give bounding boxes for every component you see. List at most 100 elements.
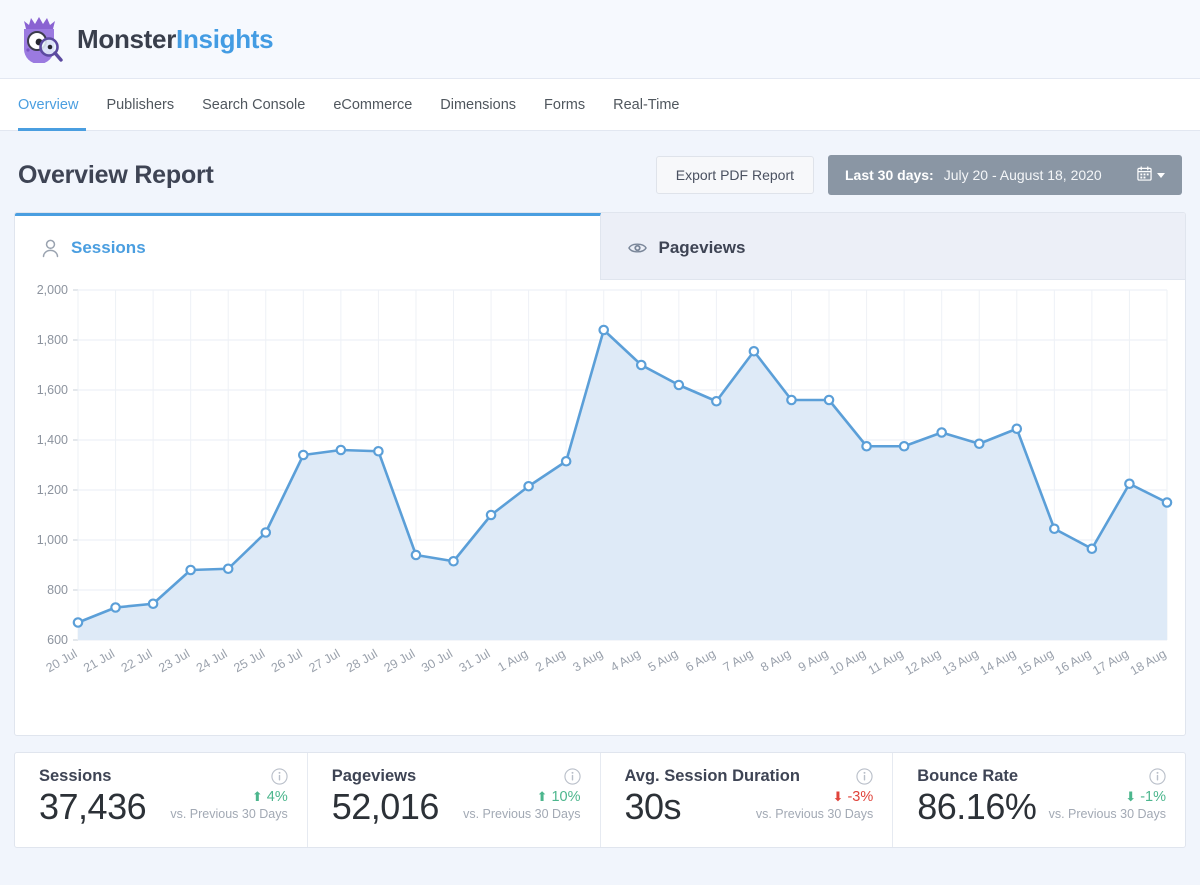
info-icon[interactable] [856,768,873,785]
nav-item-publishers[interactable]: Publishers [92,79,188,130]
brand-name-part1: Monster [77,23,177,54]
chart-data-point [560,455,572,467]
chart-data-point [898,440,910,452]
x-axis-tick-label: 23 Jul [156,646,192,675]
x-axis-tick-label: 28 Jul [344,646,380,675]
y-axis-tick-label: 1,800 [37,333,68,347]
y-axis-tick-label: 800 [47,583,68,597]
x-axis-tick-label: 1 Aug [495,646,530,674]
brand-logo[interactable]: MonsterInsights [18,15,274,64]
chart-tab-label: Pageviews [658,237,746,257]
nav-item-label: Publishers [106,96,175,113]
stat-header: Avg. Session Duration [625,767,874,786]
nav-item-label: Forms [544,96,586,113]
chart-data-point [373,445,384,457]
x-axis-tick-label: 29 Jul [382,646,418,675]
arrow-up-icon: ⬆ [536,789,548,805]
nav-item-dimensions[interactable]: Dimensions [426,79,530,130]
stat-delta-value: -3% [847,788,874,805]
stat-delta-value: -1% [1140,788,1166,805]
page-header-row: Overview Report Export PDF Report Last 3… [0,131,1200,212]
stat-value: 86.16% [917,786,1037,827]
chevron-down-icon [1157,172,1165,178]
info-icon[interactable] [1149,768,1166,785]
chart-data-point [523,480,534,492]
stat-card-pageviews: Pageviews 52,016 ⬆ 10% vs. Previous 30 D… [308,753,601,847]
y-axis-tick-label: 600 [47,633,68,647]
x-axis-tick-label: 12 Aug [902,646,943,678]
stat-card-avg-session-duration: Avg. Session Duration 30s ⬇ -3% vs. Prev… [601,753,894,847]
x-axis-tick-label: 10 Aug [827,646,868,678]
chart-area-fill [78,330,1167,640]
nav-item-label: Real-Time [613,96,680,113]
chart-tab-sessions[interactable]: Sessions [15,213,601,280]
chart-data-point [861,440,872,452]
info-icon[interactable] [271,768,288,785]
x-axis-tick-label: 16 Aug [1053,646,1094,678]
stat-body: 86.16% ⬇ -1% vs. Previous 30 Days [917,788,1166,826]
chart-data-point [673,379,685,391]
chart-data-point [448,555,459,567]
chart-data-point [973,438,985,450]
stat-delta-value: 4% [266,788,288,805]
x-axis-tick-label: 25 Jul [231,646,267,675]
stat-delta-sub: vs. Previous 30 Days [755,806,874,821]
y-axis-tick-label: 1,000 [37,533,68,547]
stat-delta-line: ⬇ -1% [1042,789,1166,805]
stat-label: Sessions [39,767,112,785]
stat-delta: ⬆ 10% vs. Previous 30 Days [445,789,581,826]
x-axis-tick-label: 3 Aug [571,646,606,674]
stat-delta: ⬇ -3% vs. Previous 30 Days [687,789,873,826]
x-axis-tick-label: 18 Aug [1128,646,1169,678]
nav-item-label: Search Console [202,96,306,113]
x-axis-tick-label: 2 Aug [533,646,568,674]
export-pdf-report-button[interactable]: Export PDF Report [655,156,814,194]
date-range-icons [1137,166,1165,184]
nav-item-real-time[interactable]: Real-Time [599,79,693,130]
y-axis-tick-label: 1,200 [37,483,68,497]
chart-data-point [147,598,159,610]
date-range-picker-button[interactable]: Last 30 days: July 20 - August 18, 2020 [828,155,1182,195]
sessions-area-chart[interactable]: 600 800 1,000 1,200 1,400 1,600 1,800 2,000 20 J… [15,280,1185,735]
stat-delta-line: ⬆ 10% [445,789,581,805]
x-axis-tick-label: 6 Aug [683,646,718,674]
x-axis-tick-label: 13 Aug [940,646,981,678]
info-icon[interactable] [563,768,581,785]
calendar-icon [1137,166,1152,184]
stat-body: 37,436 ⬆ 4% vs. Previous 30 Days [39,788,288,826]
nav-item-overview[interactable]: Overview [16,79,92,131]
nav-item-ecommerce[interactable]: eCommerce [319,79,426,130]
chart-data-point [222,563,234,575]
stat-value: 37,436 [39,786,147,827]
user-icon [42,239,59,258]
eye-icon [627,241,647,255]
chart-data-point [1011,423,1023,435]
chart-tab-pageviews[interactable]: Pageviews [600,213,1185,280]
chart-data-point [260,527,272,538]
stat-card-bounce-rate: Bounce Rate 86.16% ⬇ -1% vs. Previous 30… [893,753,1185,847]
app-header: MonsterInsights [0,0,1200,79]
nav-item-search-console[interactable]: Search Console [188,79,319,130]
chart-data-point [110,602,121,613]
chart-data-point [72,617,84,628]
chart-data-point [485,509,497,521]
arrow-down-icon: ⬇ [1125,789,1137,805]
page-title: Overview Report [18,160,214,189]
x-axis-tick-label: 8 Aug [758,646,793,674]
stat-header: Pageviews [332,767,581,786]
chart-card: Sessions Pageviews 600 800 1,000 1,200 1,400… [14,212,1186,736]
x-axis-tick-label: 11 Aug [866,646,906,677]
chart-data-point [1086,543,1098,555]
x-axis-tick-label: 30 Jul [419,646,455,675]
nav-item-forms[interactable]: Forms [530,79,599,130]
summary-stats-row: Sessions 37,436 ⬆ 4% vs. Previous 30 Day… [14,752,1186,848]
arrow-up-icon: ⬆ [251,789,263,805]
stat-delta: ⬆ 4% vs. Previous 30 Days [152,788,288,826]
x-axis-tick-label: 14 Aug [978,646,1019,678]
brand-name-part2: Insights [176,23,274,54]
x-axis-tick-label: 5 Aug [646,646,681,674]
stat-delta-sub: vs. Previous 30 Days [1048,806,1166,821]
stat-label: Bounce Rate [917,767,1019,785]
x-axis-tick-label: 22 Jul [119,646,155,675]
date-range-label: Last 30 days: [845,167,934,183]
